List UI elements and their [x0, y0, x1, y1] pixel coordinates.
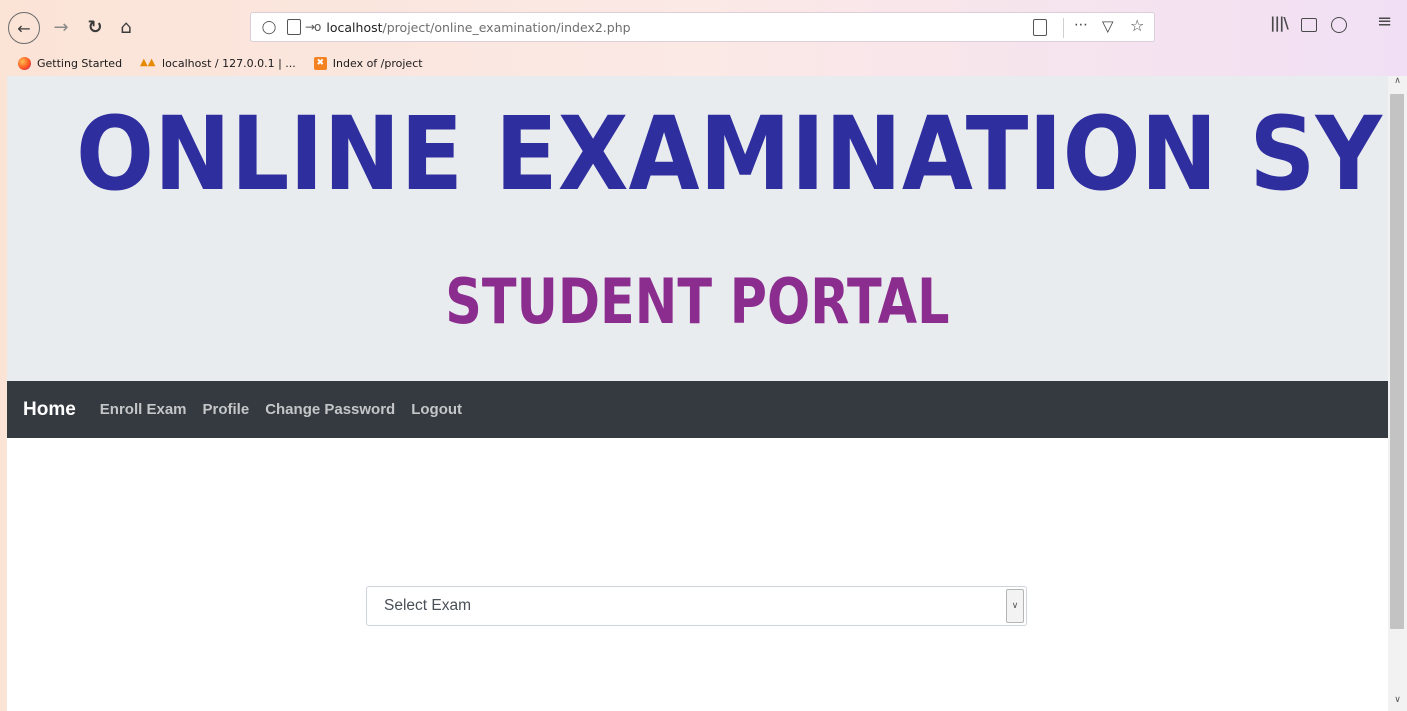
bookmark-phpmyadmin[interactable]: ▲▲ localhost / 127.0.0.1 | ...: [140, 57, 296, 70]
phpmyadmin-icon: ▲▲: [140, 56, 156, 68]
bookmark-star-icon[interactable]: ☆: [1130, 16, 1144, 35]
scroll-thumb[interactable]: [1390, 94, 1404, 629]
divider: [1063, 18, 1064, 38]
bookmark-label: Index of /project: [332, 56, 423, 70]
pocket-icon[interactable]: ▽: [1102, 17, 1114, 35]
forward-arrow-icon[interactable]: →: [46, 12, 76, 42]
exam-select-dropdown[interactable]: Select Exam ∨: [366, 586, 1027, 626]
home-icon[interactable]: ⌂: [111, 12, 141, 42]
header-banner: ONLINE EXAMINATION SYSTEM STUDENT PORTAL: [7, 76, 1388, 381]
browser-toolbar: ← → ↻ ⌂ ◯ →o localhost /project/online_e…: [0, 0, 1407, 52]
scroll-down-icon[interactable]: ∨: [1388, 695, 1407, 711]
bookmarks-bar: Getting Started ▲▲ localhost / 127.0.0.1…: [0, 52, 1407, 74]
xampp-icon: ✖: [313, 56, 327, 70]
hamburger-menu-icon[interactable]: ≡: [1377, 11, 1392, 32]
chevron-down-icon[interactable]: ∨: [1006, 589, 1024, 623]
shield-icon[interactable]: ◯: [259, 20, 279, 35]
more-actions-icon[interactable]: ⋯: [1074, 17, 1088, 33]
url-path: /project/online_examination/index2.php: [382, 19, 631, 35]
bookmark-getting-started[interactable]: Getting Started: [18, 56, 123, 70]
address-bar[interactable]: ◯ →o localhost /project/online_examinati…: [250, 12, 1155, 42]
scroll-up-icon[interactable]: ∧: [1388, 76, 1407, 92]
url-host: localhost: [326, 19, 383, 35]
page-icon: [287, 19, 301, 35]
nav-logout[interactable]: Logout: [411, 401, 462, 418]
library-icon[interactable]: |||\: [1270, 14, 1289, 32]
back-arrow-icon[interactable]: ←: [8, 12, 40, 44]
exam-select-value: Select Exam: [384, 597, 472, 614]
firefox-icon: [18, 56, 31, 70]
bookmark-index-project[interactable]: ✖ Index of /project: [313, 56, 423, 70]
nav-profile[interactable]: Profile: [203, 401, 250, 418]
nav-home[interactable]: Home: [23, 399, 76, 421]
reload-icon[interactable]: ↻: [80, 12, 110, 42]
key-icon[interactable]: →o: [305, 20, 321, 34]
nav-change-password[interactable]: Change Password: [265, 401, 395, 418]
bookmark-label: Getting Started: [37, 56, 123, 70]
reader-view-icon[interactable]: [1033, 19, 1047, 36]
main-navbar: Home Enroll Exam Profile Change Password…: [7, 381, 1388, 438]
bookmark-label: localhost / 127.0.0.1 | ...: [162, 56, 296, 70]
sidebar-toggle-icon[interactable]: [1301, 18, 1317, 32]
account-icon[interactable]: [1331, 17, 1347, 33]
page-viewport: ONLINE EXAMINATION SYSTEM STUDENT PORTAL…: [7, 76, 1388, 711]
banner-title: ONLINE EXAMINATION SYSTEM: [76, 95, 1388, 214]
nav-enroll-exam[interactable]: Enroll Exam: [100, 401, 187, 418]
banner-subtitle: STUDENT PORTAL: [445, 265, 950, 338]
vertical-scrollbar[interactable]: ∧ ∨: [1388, 76, 1407, 711]
